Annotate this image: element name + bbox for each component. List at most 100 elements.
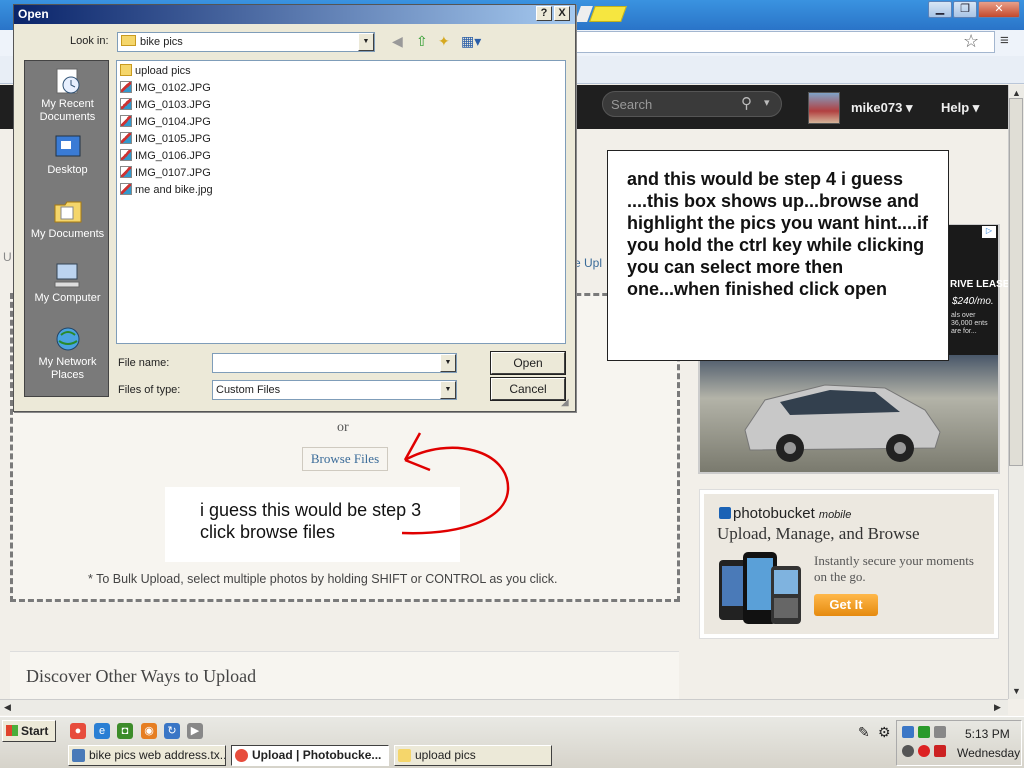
browse-files-button[interactable]: Browse Files — [302, 447, 388, 471]
get-it-button[interactable]: Get It — [814, 594, 878, 616]
phones-image — [719, 552, 801, 624]
ad-fine-print: als over 36,000 ents are for... — [951, 312, 988, 335]
cancel-button[interactable]: Cancel — [490, 377, 566, 401]
or-separator: or — [337, 420, 349, 435]
file-name: upload pics — [135, 65, 191, 77]
text-fragment: U — [3, 250, 12, 264]
folder-icon — [121, 35, 136, 46]
place-desktop[interactable]: Desktop — [25, 133, 110, 177]
file-name: IMG_0105.JPG — [135, 133, 211, 145]
place-label: My Computer — [34, 292, 101, 304]
mobile-ad-text: Instantly secure your moments on the go. — [814, 553, 974, 584]
tray-icon[interactable] — [934, 726, 946, 738]
scroll-down-arrow-icon[interactable]: ▼ — [1012, 686, 1021, 696]
tray-icon[interactable] — [918, 726, 930, 738]
view-menu-icon[interactable]: ▦▾ — [461, 33, 481, 50]
desktop-icon — [55, 135, 80, 157]
image-file-icon — [120, 98, 132, 110]
filename-label: File name: — [118, 357, 170, 369]
file-list-item[interactable]: IMG_0104.JPG — [120, 114, 211, 130]
filename-input[interactable] — [212, 353, 457, 373]
taskbar-button[interactable]: upload pics — [394, 745, 552, 766]
mobile-ad-headline: Upload, Manage, and Browse — [717, 524, 920, 543]
close-window-button[interactable]: ✕ — [978, 1, 1020, 18]
up-folder-icon[interactable]: ⇧ — [416, 33, 428, 50]
clock-time[interactable]: 5:13 PM — [965, 727, 1010, 741]
file-name: IMG_0104.JPG — [135, 116, 211, 128]
alert-tray-icon[interactable] — [918, 745, 930, 757]
taskbar-button[interactable]: bike pics web address.tx... — [68, 745, 226, 766]
vertical-scroll-thumb[interactable] — [1009, 98, 1023, 466]
firefox-icon[interactable]: ◉ — [141, 723, 157, 739]
taskbar-button[interactable]: Upload | Photobucke... — [231, 745, 389, 766]
network-tray-icon[interactable] — [902, 726, 914, 738]
upload-link[interactable]: e Upl — [574, 256, 602, 270]
file-list-item[interactable]: IMG_0105.JPG — [120, 131, 211, 147]
network-icon — [56, 327, 79, 351]
address-bar[interactable] — [575, 31, 995, 53]
place-my-documents[interactable]: My Documents — [25, 197, 110, 241]
bookmark-star-icon[interactable]: ☆ — [963, 31, 979, 52]
dialog-titlebar[interactable] — [14, 5, 575, 24]
scroll-right-arrow-icon[interactable]: ▶ — [994, 702, 1001, 713]
chevron-down-icon[interactable]: ▼ — [358, 33, 374, 51]
dialog-help-button[interactable]: ? — [536, 6, 552, 21]
search-icon[interactable]: ⚲ — [741, 94, 752, 112]
place-network[interactable]: My Network Places — [25, 325, 110, 382]
username-menu[interactable]: mike073 ▾ — [851, 100, 912, 116]
media-icon[interactable]: ◘ — [117, 723, 133, 739]
new-folder-icon[interactable]: ✦ — [438, 33, 450, 50]
scroll-up-arrow-icon[interactable]: ▲ — [1012, 88, 1021, 98]
image-file-icon — [120, 149, 132, 161]
open-button[interactable]: Open — [490, 351, 566, 375]
place-label: Desktop — [47, 164, 88, 176]
tray-icon[interactable] — [934, 745, 946, 757]
back-icon[interactable]: ◀ — [392, 33, 403, 50]
file-name: IMG_0103.JPG — [135, 99, 211, 111]
place-recent-documents[interactable]: My Recent Documents — [25, 67, 110, 124]
image-file-icon — [120, 166, 132, 178]
pen-icon[interactable]: ✎ — [858, 724, 870, 741]
maximize-window-button[interactable]: ❐ — [953, 1, 977, 18]
volume-tray-icon[interactable] — [902, 745, 914, 757]
file-list-item[interactable]: me and bike.jpg — [120, 182, 213, 198]
adchoices-icon[interactable]: ▷ — [982, 226, 996, 238]
chevron-down-icon[interactable]: ▼ — [440, 381, 456, 399]
file-list-item[interactable]: IMG_0106.JPG — [120, 148, 211, 164]
file-list-item[interactable]: IMG_0103.JPG — [120, 97, 211, 113]
chevron-down-icon[interactable]: ▾ — [764, 96, 770, 109]
app-icon[interactable]: ↻ — [164, 723, 180, 739]
dialog-close-button[interactable]: X — [554, 6, 570, 21]
scroll-left-arrow-icon[interactable]: ◀ — [4, 702, 11, 713]
place-my-computer[interactable]: My Computer — [25, 261, 110, 305]
logo-suffix: mobile — [818, 509, 852, 521]
minimize-window-button[interactable]: ▁ — [928, 1, 952, 18]
file-list-item[interactable]: IMG_0107.JPG — [120, 165, 211, 181]
file-list-item[interactable]: IMG_0102.JPG — [120, 80, 211, 96]
bulk-upload-hint: * To Bulk Upload, select multiple photos… — [88, 572, 558, 586]
file-name: IMG_0102.JPG — [135, 82, 211, 94]
internet-explorer-icon[interactable]: e — [94, 723, 110, 739]
player-icon[interactable]: ▶ — [187, 723, 203, 739]
ad-price-text: $240/mo. — [952, 296, 994, 307]
avatar[interactable] — [808, 92, 840, 124]
clock-day[interactable]: Wednesday — [957, 746, 1020, 760]
computer-icon — [54, 263, 79, 288]
file-name: IMG_0106.JPG — [135, 150, 211, 162]
image-file-icon — [120, 132, 132, 144]
file-name: IMG_0107.JPG — [135, 167, 211, 179]
annotation-arrow — [401, 432, 510, 535]
chevron-down-icon[interactable]: ▼ — [440, 354, 456, 372]
horizontal-scrollbar[interactable] — [0, 699, 1008, 715]
resize-grip-icon[interactable]: ◢ — [561, 397, 569, 408]
file-list-item[interactable]: upload pics — [120, 63, 191, 79]
menu-icon[interactable]: ≡ — [1000, 32, 1009, 49]
tool-icon[interactable]: ⚙ — [878, 724, 891, 741]
search-input[interactable]: Search — [611, 97, 731, 112]
chrome-icon[interactable]: ● — [70, 723, 86, 739]
dialog-title: Open — [18, 7, 49, 21]
new-tab-button[interactable] — [589, 6, 627, 22]
place-label: My Recent Documents — [39, 98, 96, 123]
help-menu[interactable]: Help ▾ — [941, 100, 979, 116]
place-label: My Network Places — [38, 356, 97, 381]
